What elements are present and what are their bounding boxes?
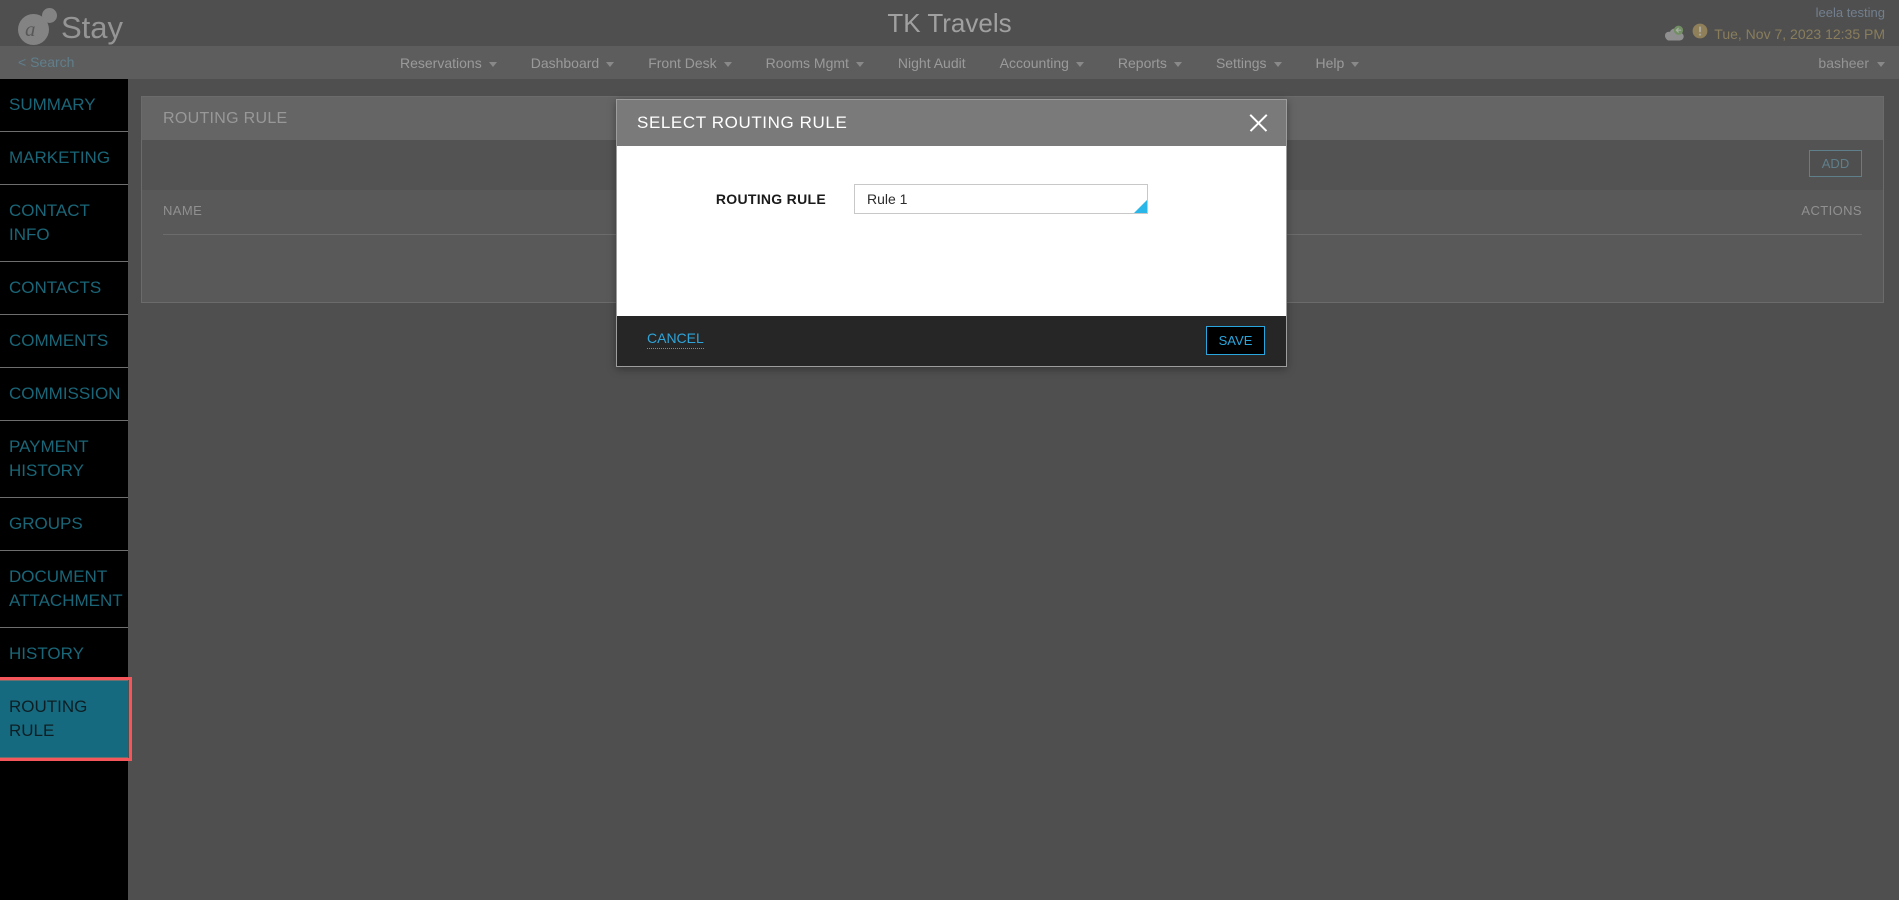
sidebar-item-payment-history[interactable]: PAYMENT HISTORY: [0, 421, 128, 498]
resize-handle-icon[interactable]: [1134, 200, 1147, 213]
application-root: a Stay TK Travels leela testing: [0, 0, 1899, 900]
routing-rule-label: ROUTING RULE: [715, 191, 826, 207]
sidebar-item-summary[interactable]: SUMMARY: [0, 79, 128, 132]
sidebar-item-commission[interactable]: COMMISSION: [0, 368, 128, 421]
sidebar-item-label: CONTACT INFO: [9, 201, 90, 244]
routing-rule-field-row: ROUTING RULE Rule 1: [617, 184, 1286, 214]
sidebar-item-label: HISTORY: [9, 644, 84, 663]
sidebar-item-label: MARKETING: [9, 148, 111, 167]
sidebar-item-routing-rule[interactable]: ROUTING RULE: [0, 677, 132, 761]
dialog-body: ROUTING RULE Rule 1: [617, 146, 1286, 316]
cancel-button[interactable]: CANCEL: [647, 330, 704, 349]
sidebar-item-label: DOCUMENT ATTACHMENT: [9, 567, 123, 610]
sidebar-item-history[interactable]: HISTORY: [0, 628, 128, 681]
sidebar-item-marketing[interactable]: MARKETING: [0, 132, 128, 185]
select-routing-rule-dialog: SELECT ROUTING RULE ROUTING RULE Rule 1 …: [616, 99, 1287, 367]
sidebar-item-comments[interactable]: COMMENTS: [0, 315, 128, 368]
sidebar-item-document-attachment[interactable]: DOCUMENT ATTACHMENT: [0, 551, 128, 628]
close-icon[interactable]: [1244, 109, 1272, 137]
sidebar-item-label: GROUPS: [9, 514, 83, 533]
sidebar-item-contact-info[interactable]: CONTACT INFO: [0, 185, 128, 262]
sidebar-item-label: ROUTING RULE: [9, 697, 88, 740]
sidebar-item-label: CONTACTS: [9, 278, 102, 297]
sidebar-item-label: SUMMARY: [9, 95, 96, 114]
dialog-header: SELECT ROUTING RULE: [617, 100, 1286, 146]
sidebar-item-label: PAYMENT HISTORY: [9, 437, 89, 480]
active-item-highlight: [0, 677, 132, 761]
entity-sidebar: SUMMARY MARKETING CONTACT INFO CONTACTS COMM…: [0, 79, 132, 900]
routing-rule-select-value: Rule 1: [867, 191, 908, 207]
sidebar-item-contacts[interactable]: CONTACTS: [0, 262, 128, 315]
routing-rule-select[interactable]: Rule 1: [854, 184, 1148, 214]
dialog-footer: CANCEL SAVE: [617, 316, 1286, 366]
save-button[interactable]: SAVE: [1206, 326, 1265, 355]
dialog-title: SELECT ROUTING RULE: [637, 113, 848, 132]
sidebar-item-label: COMMISSION: [9, 384, 121, 403]
sidebar-item-label: COMMENTS: [9, 331, 109, 350]
sidebar-item-groups[interactable]: GROUPS: [0, 498, 128, 551]
